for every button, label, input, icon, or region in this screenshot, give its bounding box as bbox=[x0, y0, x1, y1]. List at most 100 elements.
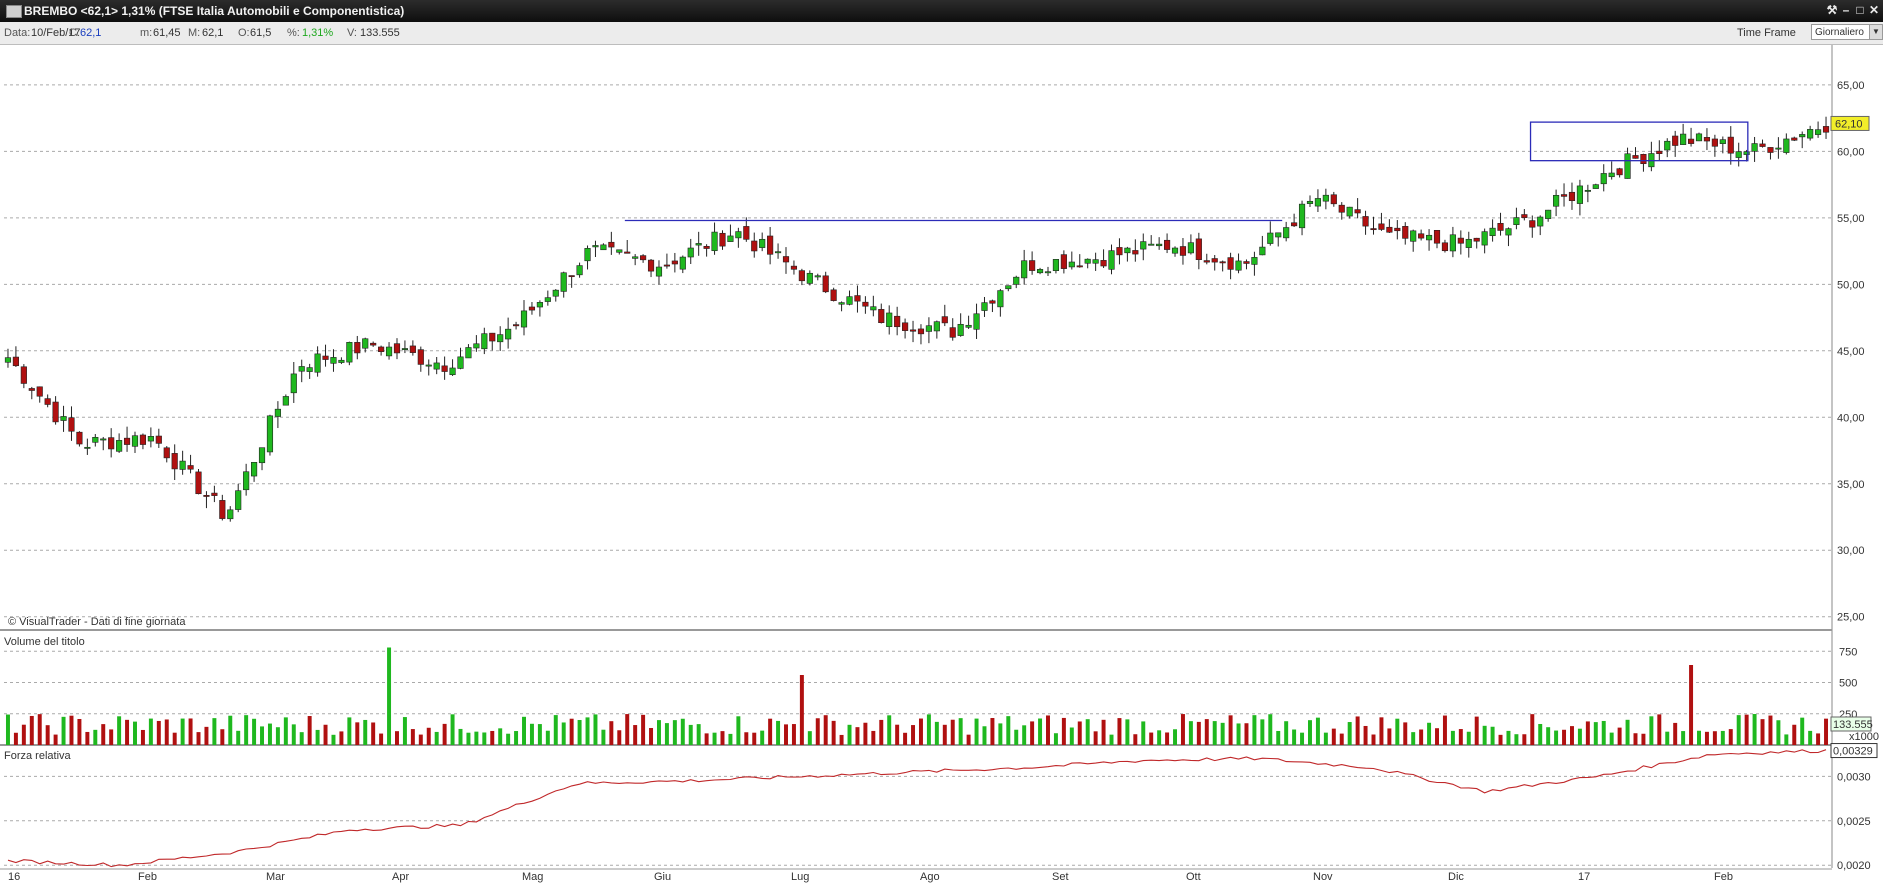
volume-bar bbox=[1260, 719, 1265, 745]
candle-body bbox=[671, 260, 678, 265]
candle-body bbox=[1243, 261, 1250, 264]
volume-bar bbox=[799, 675, 804, 745]
candle-body bbox=[1815, 129, 1822, 135]
relative-strength-pane: 0,0020 0,0025 0,0030 Forza relativa 0,00329 bbox=[4, 743, 1878, 872]
volume-bar bbox=[172, 732, 177, 745]
volume-bar bbox=[1736, 715, 1741, 745]
candle-body bbox=[1068, 261, 1075, 268]
volume-bar bbox=[1760, 719, 1765, 745]
volume-bar bbox=[1427, 722, 1432, 745]
candle-body bbox=[1251, 257, 1258, 265]
volume-bar bbox=[1490, 726, 1495, 745]
candle-body bbox=[957, 323, 964, 336]
volume-bar bbox=[1196, 721, 1201, 745]
volume-bar bbox=[1474, 716, 1479, 745]
candle-body bbox=[925, 325, 932, 332]
x-tick-label: Ott bbox=[1186, 871, 1201, 883]
volume-bar bbox=[958, 718, 963, 745]
volume-bar bbox=[164, 719, 169, 745]
volume-bar bbox=[53, 734, 58, 745]
volume-bar bbox=[1053, 733, 1058, 745]
close-button[interactable]: ✕ bbox=[1867, 3, 1881, 18]
candle-body bbox=[1156, 243, 1163, 247]
volume-bar bbox=[196, 732, 201, 745]
volume-bar bbox=[212, 718, 217, 745]
y-tick-label: 0,0020 bbox=[1837, 860, 1871, 872]
candle-body bbox=[854, 295, 861, 302]
candle-body bbox=[608, 241, 615, 248]
volume-bar bbox=[1014, 729, 1019, 745]
candle-body bbox=[600, 244, 607, 251]
volume-bar bbox=[1776, 720, 1781, 745]
minimize-button[interactable]: – bbox=[1839, 3, 1853, 18]
candle-body bbox=[1235, 260, 1242, 271]
y-tick-label: 65,00 bbox=[1837, 80, 1865, 92]
candle-body bbox=[1044, 271, 1052, 274]
pin-icon[interactable]: ⚒ bbox=[1825, 3, 1839, 18]
candle-body bbox=[1179, 246, 1187, 256]
volume-bar bbox=[744, 732, 749, 745]
candle-body bbox=[1298, 203, 1306, 229]
volume-bar bbox=[776, 720, 781, 745]
volume-bar bbox=[911, 725, 916, 745]
x-tick-label: Feb bbox=[138, 871, 157, 883]
candle-body bbox=[1211, 258, 1218, 263]
volume-bar bbox=[379, 733, 384, 745]
volume-bar bbox=[244, 715, 249, 745]
candle-body bbox=[647, 259, 655, 272]
volume-bar bbox=[736, 716, 741, 745]
volume-bar bbox=[1180, 714, 1185, 745]
timeframe-select[interactable]: Giornaliero ▼ bbox=[1811, 24, 1883, 40]
min-label: m: bbox=[140, 27, 153, 39]
volume-bar bbox=[220, 729, 225, 745]
x-tick-label: 17 bbox=[1578, 871, 1590, 883]
candle-body bbox=[663, 264, 670, 267]
volume-value: 133.555 bbox=[360, 27, 400, 39]
candle-body bbox=[1441, 242, 1449, 252]
volume-bar bbox=[1204, 719, 1209, 745]
volume-bar bbox=[117, 716, 122, 745]
volume-bar bbox=[1744, 714, 1749, 745]
candle-body bbox=[949, 327, 956, 338]
volume-bar bbox=[1276, 730, 1281, 745]
volume-bar bbox=[1593, 722, 1598, 745]
candle-body bbox=[711, 231, 718, 252]
candle-body bbox=[560, 272, 567, 292]
candle-body bbox=[1513, 217, 1520, 225]
candle-body bbox=[378, 346, 385, 352]
candle-body bbox=[1711, 138, 1718, 147]
volume-bar bbox=[109, 729, 114, 745]
volume-label: V: bbox=[347, 27, 357, 39]
candle-body bbox=[1799, 134, 1806, 138]
x-tick-label: Set bbox=[1052, 871, 1069, 883]
volume-bar bbox=[1808, 730, 1813, 745]
volume-bar bbox=[1800, 717, 1805, 745]
candle-body bbox=[1695, 133, 1703, 142]
volume-bar bbox=[299, 732, 304, 745]
volume-bar bbox=[1284, 721, 1289, 745]
y-tick-label: 50,00 bbox=[1837, 279, 1865, 291]
chevron-down-icon[interactable]: ▼ bbox=[1869, 25, 1882, 39]
candle-body bbox=[528, 306, 536, 311]
volume-bar bbox=[577, 720, 582, 745]
volume-bar bbox=[1101, 719, 1106, 745]
volume-bar bbox=[1157, 730, 1162, 745]
candle-body bbox=[727, 235, 734, 242]
volume-bar bbox=[395, 731, 399, 745]
volume-bar bbox=[1109, 734, 1114, 745]
volume-bar bbox=[1268, 714, 1273, 745]
volume-bar bbox=[1689, 665, 1694, 745]
x-tick-label: Feb bbox=[1714, 871, 1733, 883]
candle-body bbox=[822, 275, 829, 293]
volume-bar bbox=[942, 724, 947, 745]
restore-button[interactable]: □ bbox=[1853, 3, 1867, 18]
candle-body bbox=[735, 231, 742, 239]
y-tick-label: 60,00 bbox=[1837, 146, 1865, 158]
volume-bar bbox=[1419, 729, 1424, 745]
candle-body bbox=[314, 353, 321, 373]
candle-body bbox=[838, 302, 845, 305]
volume-bar bbox=[1355, 716, 1360, 745]
price-chart[interactable]: 25,00 30,00 35,00 40,00 45,00 50,00 55,00 60,00… bbox=[0, 45, 1883, 891]
candle-body bbox=[258, 447, 266, 464]
candle-body bbox=[1124, 247, 1131, 254]
